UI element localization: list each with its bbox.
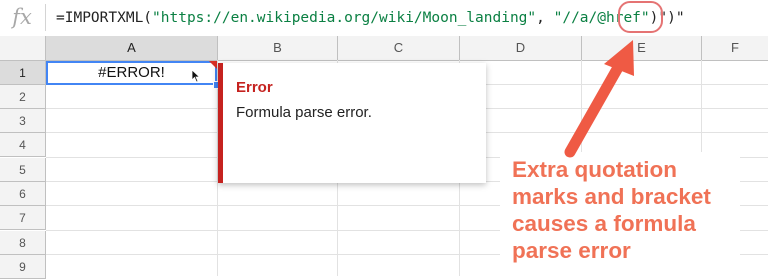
formula-separator: ,	[536, 10, 554, 26]
column-header-d[interactable]: D	[460, 36, 582, 60]
error-title: Error	[236, 79, 273, 96]
column-header-row: A B C D E F	[0, 36, 768, 61]
row-header-5[interactable]: 5	[0, 158, 46, 182]
column-header-c[interactable]: C	[338, 36, 460, 60]
column-header-b[interactable]: B	[218, 36, 338, 60]
mouse-cursor-icon	[191, 69, 201, 83]
row-header-6[interactable]: 6	[0, 182, 46, 206]
row-header-2[interactable]: 2	[0, 85, 46, 109]
row-header-4[interactable]: 4	[0, 133, 46, 157]
row-header-3[interactable]: 3	[0, 109, 46, 133]
annotation-line: parse error	[512, 238, 631, 263]
row-header-7[interactable]: 7	[0, 206, 46, 230]
annotation-line: Extra quotation	[512, 157, 678, 182]
formula-bar: fx =IMPORTXML("https://en.wikipedia.org/…	[0, 0, 768, 37]
formula-url-string: "https://en.wikipedia.org/wiki/Moon_land…	[152, 10, 537, 26]
row-header-9[interactable]: 9	[0, 255, 46, 279]
error-tooltip: Error Formula parse error.	[218, 63, 486, 183]
column-header-e[interactable]: E	[582, 36, 702, 60]
column-header-a[interactable]: A	[46, 36, 218, 60]
error-message: Formula parse error.	[236, 104, 372, 121]
cell-error-indicator-icon	[209, 61, 217, 69]
row-header-1[interactable]: 1	[0, 61, 46, 85]
column-header-f[interactable]: F	[702, 36, 768, 60]
formula-bar-divider	[45, 4, 46, 31]
row-header-8[interactable]: 8	[0, 231, 46, 255]
annotation-text: Extra quotation marks and bracket causes…	[512, 156, 711, 264]
formula-input[interactable]: =IMPORTXML("https://en.wikipedia.org/wik…	[56, 9, 685, 27]
fx-icon: fx	[12, 5, 32, 29]
annotation-line: causes a formula	[512, 211, 696, 236]
formula-prefix: =IMPORTXML(	[56, 10, 153, 26]
select-all-corner[interactable]	[0, 36, 46, 60]
extra-chars-highlight	[618, 1, 663, 33]
annotation-line: marks and bracket	[512, 184, 711, 209]
